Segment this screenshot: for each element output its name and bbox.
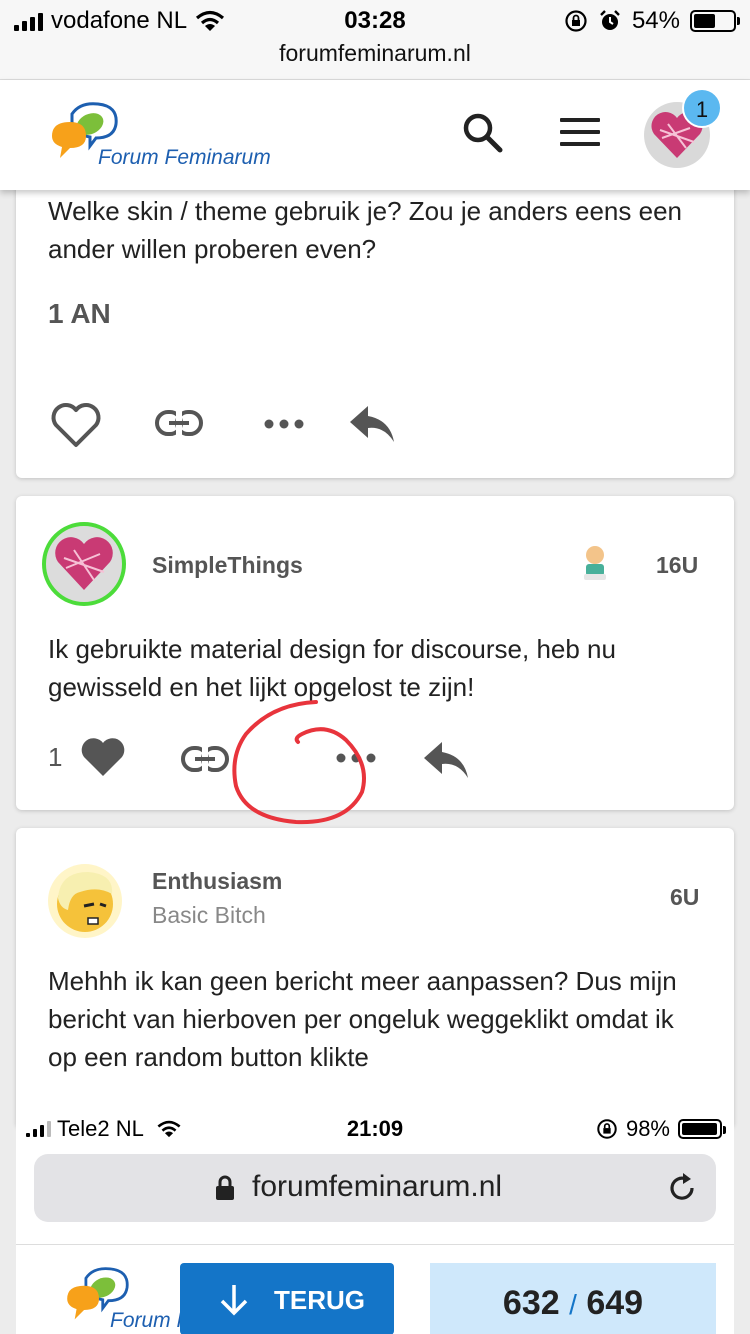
- heart-icon[interactable]: [50, 402, 102, 448]
- progress-separator: /: [569, 1289, 577, 1320]
- lock-icon: [216, 1175, 234, 1200]
- battery-icon: [690, 10, 740, 32]
- orientation-lock-icon: [597, 1119, 617, 1139]
- post-username[interactable]: Enthusiasm: [152, 868, 282, 895]
- progress-total: 649: [586, 1284, 644, 1322]
- embedded-battery-percent: 98%: [625, 1116, 670, 1141]
- post-truncated-label: 1 AN: [48, 298, 111, 329]
- embedded-screenshot: Tele2 NL 21:09 98% forumfeminarum.nl For…: [16, 1108, 734, 1334]
- orientation-lock-icon: [565, 10, 587, 32]
- progress-current: 632: [502, 1284, 560, 1322]
- embedded-url-text: forumfeminarum.nl: [252, 1170, 503, 1203]
- address-bar[interactable]: forumfeminarum.nl: [0, 40, 750, 80]
- status-bar: vodafone NL 03:28 54%: [0, 0, 750, 40]
- annotation-circle: [232, 700, 366, 825]
- post-body: Mehhh ik kan geen bericht meer aanpassen…: [48, 966, 677, 1072]
- notification-badge[interactable]: 1: [682, 88, 722, 128]
- logo-text: Forum Feminarum: [98, 146, 271, 169]
- site-logo[interactable]: Forum Feminarum: [50, 102, 290, 172]
- embedded-status-bar: Tele2 NL 21:09 98%: [16, 1108, 734, 1146]
- heart-icon[interactable]: [80, 736, 126, 778]
- arrow-down-icon: [220, 1285, 248, 1316]
- user-flair-icon: [584, 546, 606, 580]
- battery-icon: [678, 1119, 726, 1139]
- menu-icon[interactable]: [560, 118, 600, 154]
- back-button[interactable]: TERUG: [180, 1263, 394, 1334]
- back-button-label: TERUG: [274, 1285, 365, 1315]
- embedded-page: Forum F TERUG 632 / 649: [16, 1244, 734, 1334]
- post-body: Welke skin / theme gebruik je? Zou je an…: [48, 196, 682, 264]
- post-card: Welke skin / theme gebruik je? Zou je an…: [16, 150, 734, 478]
- like-count: 1: [48, 742, 63, 772]
- search-icon[interactable]: [462, 112, 504, 154]
- link-icon[interactable]: [180, 744, 230, 774]
- post-user-title: Basic Bitch: [152, 902, 266, 928]
- alarm-icon: [600, 10, 620, 30]
- link-icon[interactable]: [154, 408, 204, 438]
- post-age[interactable]: 16U: [656, 552, 698, 579]
- post-progress-counter[interactable]: 632 / 649: [430, 1263, 716, 1334]
- more-icon[interactable]: [264, 418, 304, 430]
- post-username[interactable]: SimpleThings: [152, 552, 303, 579]
- post-body: Ik gebruikte material design for discour…: [48, 634, 616, 702]
- reload-icon[interactable]: [666, 1172, 698, 1204]
- battery-percent: 54%: [631, 7, 680, 34]
- url-text: forumfeminarum.nl: [279, 40, 471, 66]
- site-header: Forum Feminarum 1: [0, 80, 750, 190]
- post-card: Enthusiasm Basic Bitch 6U Mehhh ik kan g…: [16, 828, 734, 1128]
- reply-icon[interactable]: [422, 740, 470, 780]
- avatar[interactable]: [42, 522, 126, 606]
- post-age[interactable]: 6U: [670, 884, 699, 911]
- embedded-logo-text: Forum F: [110, 1309, 190, 1332]
- avatar[interactable]: [48, 864, 122, 938]
- post-card: SimpleThings 16U Ik gebruikte material d…: [16, 496, 734, 810]
- embedded-address-bar[interactable]: forumfeminarum.nl: [34, 1154, 716, 1222]
- reply-icon[interactable]: [348, 404, 396, 444]
